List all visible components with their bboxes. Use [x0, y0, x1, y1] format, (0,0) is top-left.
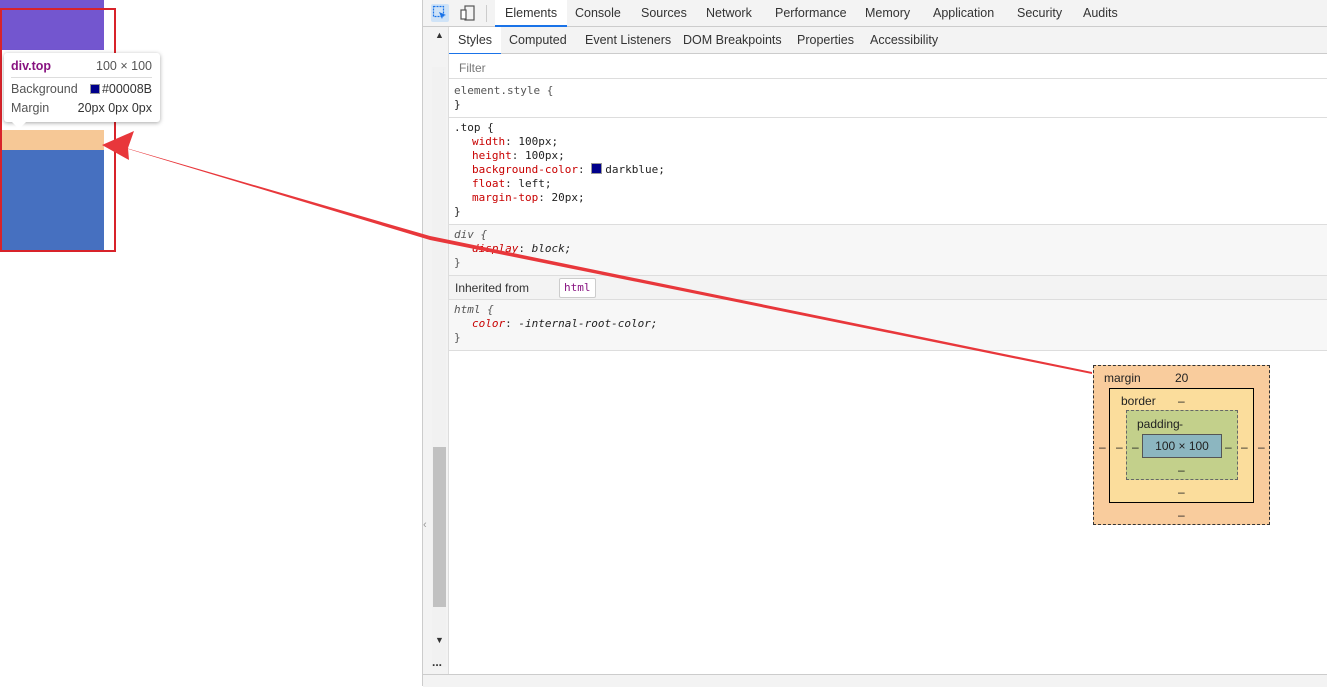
box-model-padding-top[interactable]: -: [1179, 417, 1183, 431]
tab-event-listeners[interactable]: Event Listeners: [585, 27, 671, 53]
rule-selector: html {: [454, 303, 494, 316]
toolbar-divider: [486, 5, 487, 22]
css-property[interactable]: float: left;: [449, 177, 1327, 191]
property-value: block;: [531, 242, 572, 255]
tooltip-pointer: [12, 122, 26, 129]
devtools-panel: Elements Console Sources Network Perform…: [422, 0, 1327, 687]
rule-close: }: [454, 205, 461, 218]
tab-console[interactable]: Console: [575, 0, 621, 26]
tab-audits[interactable]: Audits: [1083, 0, 1118, 26]
box-model-padding-left[interactable]: –: [1132, 440, 1139, 454]
box-model-padding-bottom[interactable]: –: [1178, 463, 1185, 477]
css-property[interactable]: height: 100px;: [449, 149, 1327, 163]
tooltip-background-value: #00008B: [89, 82, 152, 96]
more-options-icon[interactable]: ...: [432, 655, 442, 669]
tab-sources[interactable]: Sources: [641, 0, 687, 26]
property-value[interactable]: darkblue;: [605, 163, 665, 176]
rule-close: }: [454, 98, 461, 111]
css-property[interactable]: background-color: darkblue;: [449, 163, 1327, 177]
styles-filter-bar: [449, 54, 1327, 79]
tab-performance[interactable]: Performance: [775, 0, 847, 26]
inherited-from-header: Inherited from html: [449, 276, 1327, 300]
property-value[interactable]: 20px;: [551, 191, 584, 204]
property-value[interactable]: 100px;: [525, 149, 565, 162]
box-model-border-top[interactable]: –: [1178, 394, 1185, 408]
main-tabbar: Elements Console Sources Network Perform…: [423, 0, 1327, 27]
styles-filter-input[interactable]: [457, 58, 1061, 77]
rule-close: }: [454, 256, 461, 269]
inherited-element-link[interactable]: html: [559, 278, 596, 298]
tooltip-divider: [11, 77, 152, 78]
box-model-margin-bottom[interactable]: –: [1178, 508, 1185, 522]
property-value[interactable]: 100px;: [518, 135, 558, 148]
property-value[interactable]: left;: [518, 177, 551, 190]
css-property: color: -internal-root-color;: [472, 317, 658, 330]
property-name[interactable]: background-color: [472, 163, 578, 176]
property-value: -internal-root-color;: [518, 317, 658, 330]
tooltip-background-hex: #00008B: [101, 82, 152, 96]
property-name[interactable]: width: [472, 135, 505, 148]
box-model-margin-top[interactable]: 20: [1175, 371, 1188, 385]
box-model-border-bottom[interactable]: –: [1178, 485, 1185, 499]
tooltip-margin-label: Margin: [11, 101, 50, 115]
tab-accessibility[interactable]: Accessibility: [870, 27, 938, 53]
tab-elements[interactable]: Elements: [495, 0, 568, 27]
collapse-arrow-icon[interactable]: ‹: [423, 519, 427, 531]
inspect-tooltip: div.top 100 × 100 Background #00008B Mar…: [4, 53, 160, 129]
inspect-element-icon[interactable]: [431, 4, 449, 22]
tab-security[interactable]: Security: [1017, 0, 1062, 26]
console-drawer-edge[interactable]: [423, 674, 1327, 687]
box-model-content[interactable]: 100 × 100: [1142, 434, 1222, 458]
box-model-border-left[interactable]: –: [1116, 440, 1123, 454]
color-swatch-icon[interactable]: [591, 163, 603, 174]
box-model-padding-right[interactable]: –: [1225, 440, 1232, 454]
tab-network[interactable]: Network: [706, 0, 752, 26]
css-property[interactable]: margin-top: 20px;: [449, 191, 1327, 205]
property-name[interactable]: float: [472, 177, 505, 190]
box-model-margin-label: margin: [1104, 371, 1141, 385]
rule-element-style[interactable]: element.style { }: [449, 82, 1327, 118]
property-name[interactable]: height: [472, 149, 512, 162]
tooltip-margin-value: 20px 0px 0px: [77, 101, 152, 115]
rule-selector: div {: [454, 228, 488, 241]
dom-tree-collapsed-strip: ▲ ‹ ▼ ...: [423, 27, 449, 686]
property-name[interactable]: margin-top: [472, 191, 538, 204]
tab-dom-breakpoints[interactable]: DOM Breakpoints: [683, 27, 782, 53]
box-model-margin-left[interactable]: –: [1099, 440, 1106, 454]
tooltip-dimensions: 100 × 100: [96, 59, 152, 73]
tab-application[interactable]: Application: [933, 0, 994, 26]
css-property[interactable]: width: 100px;: [449, 135, 1327, 149]
scrollbar-thumb[interactable]: [433, 447, 446, 607]
rule-div-user-agent[interactable]: div { display: block; }: [449, 225, 1327, 276]
tab-memory[interactable]: Memory: [865, 0, 910, 26]
device-toolbar-icon[interactable]: [459, 4, 477, 22]
scroll-up-icon[interactable]: ▲: [435, 30, 444, 40]
rule-close: }: [454, 331, 461, 344]
color-swatch-icon: [89, 84, 100, 94]
tooltip-selector: div.top: [11, 59, 52, 73]
tab-properties[interactable]: Properties: [797, 27, 854, 53]
property-name: display: [472, 242, 519, 255]
rule-top[interactable]: .top { width: 100px; height: 100px; back…: [449, 118, 1327, 225]
box-model-padding-label: padding: [1137, 417, 1180, 431]
annotation-outline: [0, 8, 116, 252]
rule-selector[interactable]: .top {: [449, 121, 1327, 135]
css-property: display: block;: [472, 242, 572, 255]
property-name: color: [472, 317, 506, 330]
box-model-margin-right[interactable]: –: [1258, 440, 1265, 454]
tooltip-background-label: Background: [11, 82, 78, 96]
tab-styles[interactable]: Styles: [449, 27, 502, 55]
sidebar-tabbar: Styles Computed Event Listeners DOM Brea…: [449, 27, 1327, 55]
rule-selector[interactable]: element.style {: [449, 84, 1327, 98]
rule-html-user-agent[interactable]: html { color: -internal-root-color; }: [449, 300, 1327, 351]
box-model-border-label: border: [1121, 394, 1156, 408]
inherited-label: Inherited from: [455, 281, 530, 295]
page-viewport: div.top 100 × 100 Background #00008B Mar…: [0, 0, 422, 686]
scroll-down-icon[interactable]: ▼: [435, 635, 444, 645]
tab-computed[interactable]: Computed: [509, 27, 567, 53]
box-model-border-right[interactable]: –: [1241, 440, 1248, 454]
